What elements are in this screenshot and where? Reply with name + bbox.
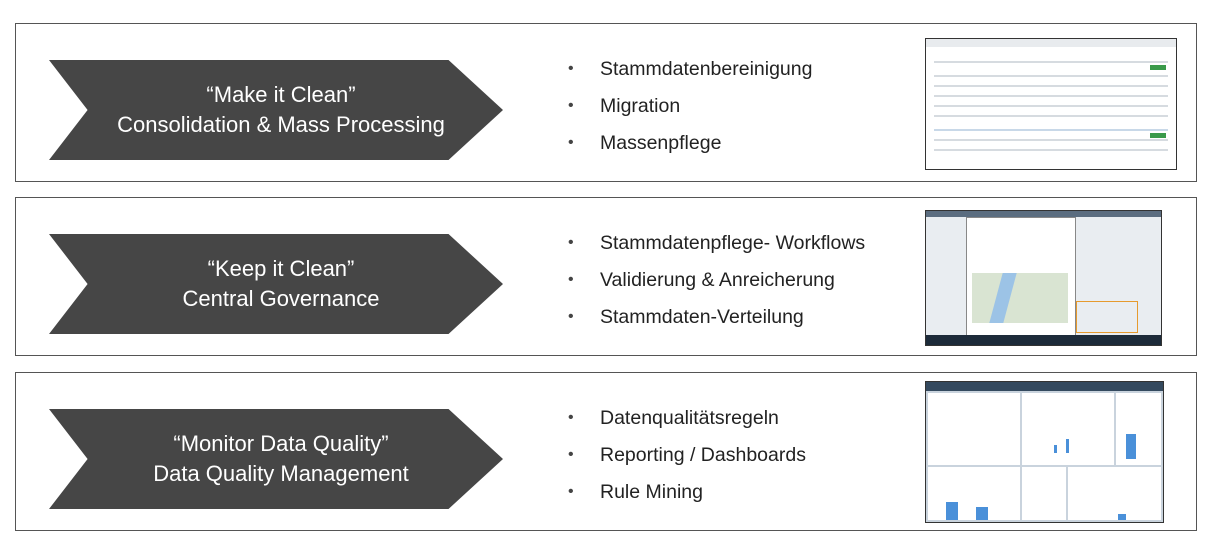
bullet-item: Validierung & Anreicherung [568,265,865,302]
bullet-item: Rule Mining [568,477,806,514]
bullet-item: Stammdatenbereinigung [568,54,812,91]
chevron-subtitle: Central Governance [182,286,380,311]
screenshot-thumbnail-table [925,38,1177,170]
chevron-label: “Make it Clean” Consolidation & Mass Pro… [49,60,503,160]
screenshot-thumbnail-dashboard [925,381,1164,523]
bullet-list: Stammdatenbereinigung Migration Massenpf… [568,54,812,165]
bullet-item: Stammdatenpflege- Workflows [568,228,865,265]
bullet-item: Datenqualitätsregeln [568,403,806,440]
bullet-list: Datenqualitätsregeln Reporting / Dashboa… [568,403,806,514]
chevron-title: “Keep it Clean” [207,256,355,281]
bullet-list: Stammdatenpflege- Workflows Validierung … [568,228,865,339]
chevron-subtitle: Data Quality Management [153,461,409,486]
bullet-item: Reporting / Dashboards [568,440,806,477]
chevron-label: “Keep it Clean” Central Governance [49,234,503,334]
chevron-label: “Monitor Data Quality” Data Quality Mana… [49,409,503,509]
screenshot-thumbnail-map [925,210,1162,346]
panel-keep-it-clean: “Keep it Clean” Central Governance Stamm… [15,197,1197,356]
bullet-item: Massenpflege [568,128,812,165]
bullet-item: Migration [568,91,812,128]
chevron-title: “Make it Clean” [206,82,356,107]
chevron-subtitle: Consolidation & Mass Processing [117,112,445,137]
panel-monitor-data-quality: “Monitor Data Quality” Data Quality Mana… [15,372,1197,531]
panel-make-it-clean: “Make it Clean” Consolidation & Mass Pro… [15,23,1197,182]
chevron-title: “Monitor Data Quality” [173,431,389,456]
bullet-item: Stammdaten-Verteilung [568,302,865,339]
